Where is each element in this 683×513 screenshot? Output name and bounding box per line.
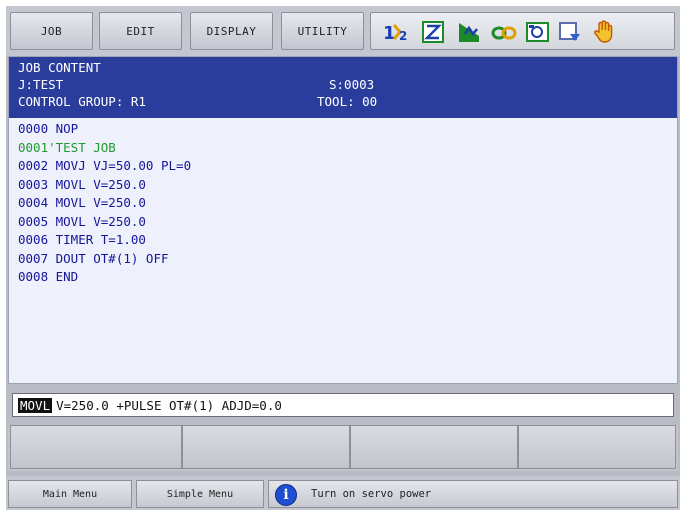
teach-lock-icon[interactable] — [491, 20, 517, 44]
info-icon: i — [275, 484, 297, 506]
soft-key-1[interactable] — [10, 425, 182, 469]
top-menu-bar: JOB EDIT DISPLAY UTILITY 1 2 — [6, 6, 680, 56]
job-content-panel: JOB CONTENT J:TEST S:0003 CONTROL GROUP:… — [8, 56, 678, 384]
job-line[interactable]: 0005 MOVL V=250.0 — [18, 213, 191, 232]
simple-menu-button[interactable]: Simple Menu — [136, 480, 264, 508]
job-content-header: JOB CONTENT J:TEST S:0003 CONTROL GROUP:… — [9, 57, 677, 118]
utility-menu-button[interactable]: UTILITY — [281, 12, 364, 50]
job-menu-button[interactable]: JOB — [10, 12, 93, 50]
job-line[interactable]: 0007 DOUT OT#(1) OFF — [18, 250, 191, 269]
job-line[interactable]: 0000 NOP — [18, 120, 191, 139]
play-step-icon[interactable] — [558, 20, 582, 44]
job-line[interactable]: 0004 MOVL V=250.0 — [18, 194, 191, 213]
soft-key-3[interactable] — [350, 425, 518, 469]
job-line[interactable]: 0002 MOVJ VJ=50.00 PL=0 — [18, 157, 191, 176]
soft-key-row — [8, 425, 678, 471]
soft-key-4[interactable] — [518, 425, 676, 469]
job-line[interactable]: 0003 MOVL V=250.0 — [18, 176, 191, 195]
status-message: Turn on servo power — [311, 488, 432, 500]
job-name: J:TEST — [18, 77, 64, 92]
status-icon-bar: 1 2 — [370, 12, 675, 50]
bottom-bar: Main Menu Simple Menu i Turn on servo po… — [6, 476, 680, 510]
hand-icon[interactable] — [592, 20, 616, 44]
edit-buffer-params[interactable]: V=250.0 +PULSE OT#(1) ADJD=0.0 — [56, 398, 282, 413]
svg-text:2: 2 — [399, 29, 407, 43]
job-line[interactable]: 0006 TIMER T=1.00 — [18, 231, 191, 250]
cycle-mode-icon[interactable] — [457, 20, 481, 44]
edit-buffer-line[interactable]: MOVL V=250.0 +PULSE OT#(1) ADJD=0.0 — [12, 393, 674, 417]
job-content-title: JOB CONTENT — [18, 60, 101, 75]
edit-menu-button[interactable]: EDIT — [99, 12, 182, 50]
control-group: CONTROL GROUP: R1 — [18, 94, 146, 109]
tool-number: TOOL: 00 — [317, 94, 378, 109]
edit-buffer-command[interactable]: MOVL — [18, 397, 53, 413]
coordinate-digits-icon[interactable]: 1 2 — [383, 20, 407, 44]
job-lines: 0000 NOP 0001'TEST JOB 0002 MOVJ VJ=50.0… — [18, 120, 191, 287]
step-number: S:0003 — [329, 77, 375, 92]
message-bar[interactable]: i Turn on servo power — [268, 480, 678, 508]
display-menu-button[interactable]: DISPLAY — [190, 12, 273, 50]
edit-mode-icon[interactable] — [422, 20, 446, 44]
job-line[interactable]: 0008 END — [18, 268, 191, 287]
job-line-comment[interactable]: 0001'TEST JOB — [18, 139, 191, 158]
soft-key-2[interactable] — [182, 425, 350, 469]
pendant-screen: JOB EDIT DISPLAY UTILITY 1 2 JOB CONTENT… — [6, 6, 680, 510]
main-menu-button[interactable]: Main Menu — [8, 480, 132, 508]
monitor-icon[interactable] — [525, 20, 549, 44]
